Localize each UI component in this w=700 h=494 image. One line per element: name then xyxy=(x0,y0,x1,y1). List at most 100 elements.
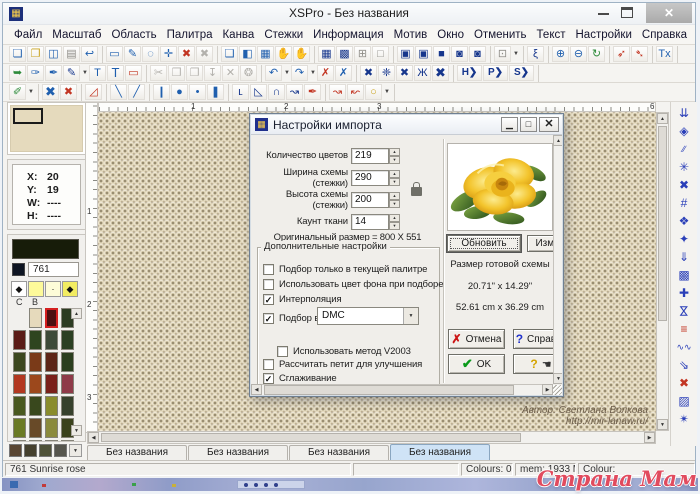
canvas-vscroll-thumb[interactable] xyxy=(658,126,667,321)
stitch-type-full[interactable]: ◆ xyxy=(11,281,27,297)
stitch-x-double[interactable]: ✖ xyxy=(396,65,413,81)
pin-marker[interactable]: ➶ xyxy=(613,46,630,62)
palette-swatch-6-1[interactable] xyxy=(29,440,42,442)
bead-circle[interactable]: ○ xyxy=(365,84,382,100)
curve-tool[interactable]: ∩ xyxy=(268,84,285,100)
mode-park[interactable]: P❯ xyxy=(483,65,508,81)
menu-item-8[interactable]: Окно xyxy=(432,27,469,43)
menu-item-10[interactable]: Текст xyxy=(532,27,571,43)
canvas-vscrollbar[interactable]: ▲ ▼ xyxy=(656,112,669,431)
frame-tool[interactable]: ▭ xyxy=(125,65,142,81)
dial-scroll-right-icon[interactable]: ▶ xyxy=(542,384,553,395)
palette-swatch-3-3[interactable] xyxy=(61,374,74,394)
knife-tool-3-caret-icon[interactable]: ▼ xyxy=(81,70,89,76)
view-dotted[interactable]: ⊡ xyxy=(494,46,511,62)
pencil-tool-caret-icon[interactable]: ▼ xyxy=(27,89,35,95)
canvas-hscroll-thumb[interactable] xyxy=(101,433,521,442)
menu-item-2[interactable]: Область xyxy=(106,27,161,43)
text-tool-large[interactable]: T xyxy=(107,65,124,81)
dialog-hscrollbar[interactable]: ◀ ▶ xyxy=(251,384,553,395)
recent-colors-dropdown-icon[interactable]: ▼ xyxy=(69,444,82,457)
paste[interactable]: ❐ xyxy=(186,65,203,81)
merge-layers[interactable]: ❂ xyxy=(240,65,257,81)
select-move[interactable]: ✛ xyxy=(160,46,177,62)
curve-edit[interactable]: ↝ xyxy=(286,84,303,100)
grid-properties[interactable]: ▦ xyxy=(257,46,274,62)
zoom-in[interactable]: ⊕ xyxy=(552,46,569,62)
view-blank[interactable]: □ xyxy=(372,46,389,62)
view-solid-2[interactable]: ▣ xyxy=(415,46,432,62)
motif-arrow-se[interactable]: ⇘ xyxy=(674,356,695,374)
current-color-swatch[interactable] xyxy=(12,239,79,259)
motif-hatch[interactable]: ▨ xyxy=(674,392,695,410)
stitch-x-outline[interactable]: ❈ xyxy=(378,65,395,81)
bead-curve[interactable]: ↜ xyxy=(347,84,364,100)
knot-oval[interactable]: ❙ xyxy=(153,84,170,100)
palette-swatch-5-2[interactable] xyxy=(45,418,58,438)
knot-small[interactable]: • xyxy=(189,84,206,100)
dialog-scroll-up-icon[interactable]: ▲ xyxy=(553,135,562,146)
motif-square-dense[interactable]: ▩ xyxy=(674,266,695,284)
view-round-2[interactable]: ◙ xyxy=(469,46,486,62)
spinner-up-icon[interactable]: ▲ xyxy=(389,170,400,178)
dialog-scroll-left-icon[interactable]: ◀ xyxy=(251,384,262,395)
stitch-type-petite[interactable]: ◆ xyxy=(62,281,78,297)
backstitch-right[interactable]: ╱ xyxy=(128,84,145,100)
menu-item-9[interactable]: Отменить xyxy=(469,27,532,43)
open-file[interactable]: ❐ xyxy=(27,46,44,62)
palette-swatch-5-1[interactable] xyxy=(29,418,42,438)
view-solid-1[interactable]: ▣ xyxy=(397,46,414,62)
minimize-icon[interactable] xyxy=(598,13,609,15)
palette-swatch-1-1[interactable] xyxy=(29,330,42,350)
palette-swatch-2-1[interactable] xyxy=(29,352,42,372)
palette-swatch-3-0[interactable] xyxy=(13,374,26,394)
pan-hand[interactable]: ✋ xyxy=(275,46,292,62)
scroll-right-icon[interactable]: ▶ xyxy=(644,432,655,443)
select-stitches[interactable]: ✖ xyxy=(178,46,195,62)
stitch-type-half[interactable] xyxy=(28,281,44,297)
tab-document-1[interactable]: Без названия xyxy=(188,445,288,460)
motif-diagonals[interactable]: ∕∕ xyxy=(674,140,695,158)
palette-swatch-2-3[interactable] xyxy=(61,352,74,372)
menu-item-6[interactable]: Информация xyxy=(308,27,388,43)
mode-stitch[interactable]: S❯ xyxy=(509,65,534,81)
menu-item-1[interactable]: Масштаб xyxy=(47,27,106,43)
bead-line[interactable]: ↝ xyxy=(329,84,346,100)
checkbox-use-background-color[interactable] xyxy=(263,279,274,290)
recent-color-0[interactable] xyxy=(9,444,22,457)
view-grid[interactable]: ⊞ xyxy=(354,46,371,62)
motif-bars[interactable]: ≡ xyxy=(674,320,695,338)
revert-import[interactable]: ↩ xyxy=(81,46,98,62)
menu-item-4[interactable]: Канва xyxy=(217,27,259,43)
menu-item-3[interactable]: Палитра xyxy=(162,27,218,43)
mode-highlight[interactable]: H❯ xyxy=(457,65,482,81)
palette-swatch-0-1[interactable] xyxy=(29,308,42,328)
view-round-1[interactable]: ◙ xyxy=(451,46,468,62)
recent-color-3[interactable] xyxy=(54,444,67,457)
checkbox-v2003-method[interactable] xyxy=(277,346,288,357)
palette-swatch-1-0[interactable] xyxy=(13,330,26,350)
print[interactable]: ▤ xyxy=(63,46,80,62)
palette-swatch-6-2[interactable] xyxy=(45,440,58,442)
paste-special[interactable]: ↧ xyxy=(204,65,221,81)
scroll-down-icon[interactable]: ▼ xyxy=(657,419,668,430)
zoom-out[interactable]: ⊖ xyxy=(570,46,587,62)
knife-tool[interactable]: ✑ xyxy=(27,65,44,81)
quarter-stitch[interactable]: ◺ xyxy=(250,84,267,100)
dialog-titlebar[interactable]: Настройки импорта ▁ □ ✕ xyxy=(251,115,562,135)
palette-swatch-3-2[interactable] xyxy=(45,374,58,394)
knife[interactable]: ✒ xyxy=(304,84,321,100)
zoom-refresh[interactable]: ↻ xyxy=(588,46,605,62)
navigator-preview[interactable] xyxy=(10,105,83,152)
dialog-vscrollbar[interactable]: ▲ ▼ xyxy=(553,135,562,384)
view-dotted-caret-icon[interactable]: ▼ xyxy=(512,51,520,57)
dialog-maximize-icon[interactable]: □ xyxy=(520,117,537,132)
tab-document-2[interactable]: Без названия xyxy=(289,445,389,460)
checkbox-match-current-palette[interactable] xyxy=(263,264,274,275)
palette-swatch-6-0[interactable] xyxy=(13,440,26,442)
tab-document-0[interactable]: Без названия xyxy=(87,445,187,460)
dropdown-arrow-icon[interactable]: ▼ xyxy=(403,308,418,324)
knot-double[interactable]: ❚ xyxy=(207,84,224,100)
text-tool[interactable]: T xyxy=(89,65,106,81)
current-color-number[interactable]: 761 xyxy=(28,262,79,277)
